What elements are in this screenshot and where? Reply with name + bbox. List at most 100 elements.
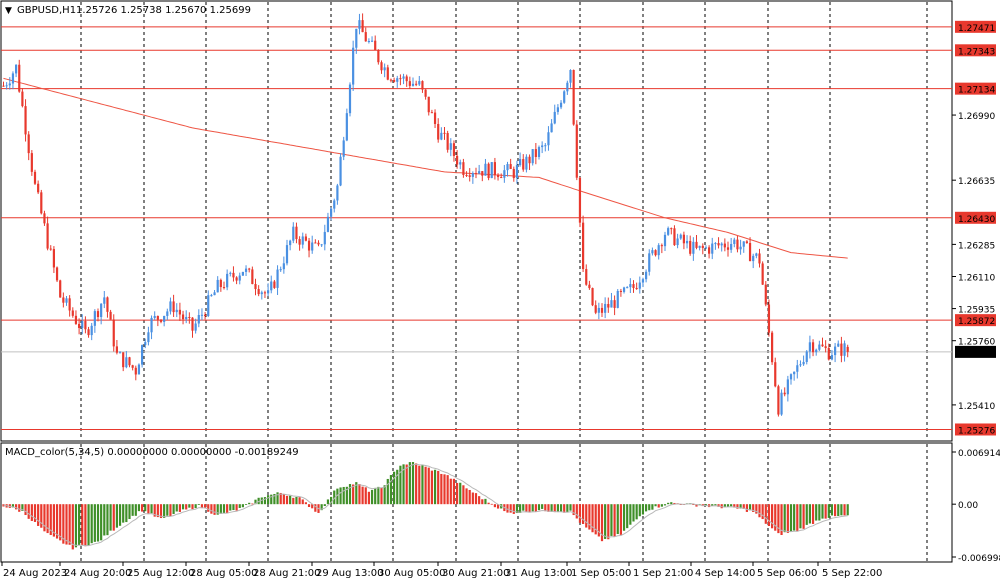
candle-body	[292, 226, 295, 241]
macd-bar	[175, 504, 178, 512]
macd-bar	[128, 504, 131, 520]
level-price-label: 1.27343	[958, 47, 995, 57]
candle-body	[216, 279, 219, 293]
ohlc-label: 1.25726 1.25738 1.25670 1.25699	[76, 5, 251, 16]
candle-body	[131, 365, 134, 368]
macd-bar	[93, 504, 96, 542]
candle-body	[333, 200, 336, 209]
macd-bar	[487, 502, 490, 505]
candle-body	[175, 309, 178, 313]
candle-body	[169, 301, 172, 312]
candle-body	[837, 343, 840, 347]
candle-body	[210, 295, 213, 297]
candle-body	[43, 213, 46, 224]
macd-bar	[745, 504, 748, 512]
candle-body	[163, 315, 166, 322]
macd-bar	[304, 502, 307, 505]
candle-body	[285, 245, 289, 264]
macd-bar	[771, 504, 774, 529]
level-price-label: 1.27134	[958, 86, 995, 96]
candle-body	[493, 162, 496, 176]
macd-bar	[408, 462, 411, 505]
candle-body	[200, 314, 204, 316]
candle-body	[585, 269, 588, 285]
candle-body	[720, 243, 723, 246]
price-tick-label: 1.25935	[958, 306, 995, 316]
candle-body	[263, 292, 267, 294]
gbpusd-h1-chart[interactable]: 1.27471 1.27343 1.27134 1.26430 1.25872 1.252…	[0, 0, 1000, 587]
candle-body	[830, 355, 834, 360]
level-price-label: 1.25872	[958, 317, 995, 327]
candle-body	[137, 364, 141, 375]
macd-bar	[638, 504, 641, 517]
macd-bar	[292, 497, 295, 505]
candle-body	[311, 242, 314, 251]
candle-body	[46, 223, 49, 249]
macd-bar	[163, 504, 166, 518]
candle-body	[219, 279, 222, 288]
time-tick-label: 28 Aug 05:00	[190, 568, 257, 579]
candle-body	[676, 238, 679, 246]
candle-body	[566, 82, 569, 92]
macd-bar	[213, 504, 216, 515]
candle-body	[49, 248, 52, 250]
macd-bar	[805, 504, 808, 525]
candle-body	[367, 40, 370, 42]
candle-body	[112, 319, 115, 347]
candle-body	[11, 73, 15, 84]
macd-bar	[629, 504, 632, 525]
macd-bar	[367, 491, 370, 505]
time-tick-label: 30 Aug 21:00	[442, 568, 509, 579]
macd-bar	[18, 504, 21, 512]
candle-body	[607, 303, 610, 308]
macd-bar	[660, 504, 663, 507]
candle-body	[405, 76, 408, 82]
candle-body	[430, 112, 433, 114]
candle-body	[465, 175, 468, 177]
candle-body	[276, 269, 279, 288]
candle-body	[537, 147, 541, 158]
macd-bar	[478, 496, 481, 505]
macd-bar	[37, 504, 40, 526]
candle-body	[663, 234, 667, 247]
current-price-label: 1.25699	[958, 349, 995, 359]
price-tick-label: 1.26635	[958, 177, 995, 187]
candle-body	[786, 379, 789, 395]
mt4-chart-window: 1.27471 1.27343 1.27134 1.26430 1.25872 1.252…	[0, 0, 1000, 587]
candle-body	[207, 295, 210, 316]
macd-bar	[632, 504, 635, 522]
macd-bar	[405, 464, 408, 505]
candle-body	[443, 132, 446, 134]
candle-body	[248, 268, 251, 270]
macd-bar	[55, 504, 59, 539]
macd-bar	[59, 504, 62, 541]
macd-bar	[106, 504, 109, 536]
candle-body	[626, 287, 629, 289]
candle-body	[282, 263, 285, 270]
macd-bar	[730, 504, 733, 507]
candle-body	[758, 253, 761, 264]
macd-bar	[361, 486, 364, 505]
macd-axis: 0.0069141 0.00 -0.006998	[952, 449, 1000, 564]
macd-bar	[726, 504, 730, 507]
candle-body	[59, 280, 62, 298]
candle-body	[604, 303, 607, 313]
macd-bar	[144, 504, 147, 512]
candle-body	[421, 81, 424, 90]
macd-bar	[166, 504, 169, 516]
macd-bar	[559, 504, 563, 512]
macd-bar	[270, 494, 273, 505]
macd-bar	[383, 485, 386, 505]
time-tick-label: 28 Aug 21:00	[253, 568, 320, 579]
candle-body	[667, 228, 670, 235]
macd-bar	[657, 504, 660, 508]
macd-bar	[238, 504, 241, 508]
macd-bar	[125, 504, 128, 523]
price-tick-label: 1.26990	[958, 112, 995, 122]
macd-bar	[219, 504, 222, 514]
candle-body	[109, 311, 112, 320]
macd-bar	[323, 504, 326, 507]
collapse-icon[interactable]: ▼	[5, 6, 12, 16]
candle-body	[260, 292, 263, 295]
candle-body	[62, 297, 65, 303]
